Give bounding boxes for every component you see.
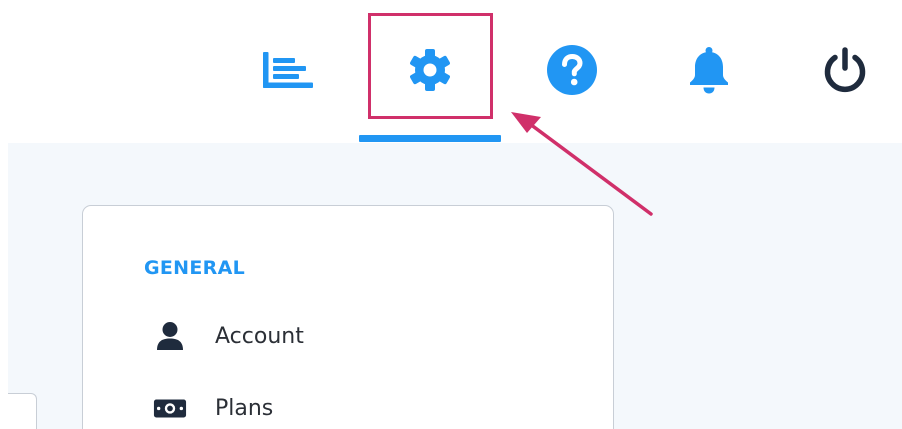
bell-icon [690, 47, 728, 94]
money-bill-icon [153, 393, 187, 423]
settings-menu-card: GENERAL Account Plans [82, 205, 614, 429]
bar-chart-icon [263, 52, 313, 88]
reports-nav-button[interactable] [253, 30, 323, 110]
plans-menu-label: Plans [215, 395, 274, 421]
side-panel-edge [8, 393, 37, 429]
help-nav-button[interactable] [537, 30, 607, 110]
gear-icon [410, 49, 450, 91]
app-page: GENERAL Account Plans [0, 0, 902, 429]
account-menu-label: Account [215, 323, 304, 349]
top-navigation-bar [0, 0, 902, 143]
settings-nav-button[interactable] [395, 30, 465, 110]
active-tab-indicator [359, 135, 501, 142]
general-section-heading: GENERAL [144, 257, 245, 279]
question-circle-icon [547, 45, 597, 95]
user-icon [153, 321, 187, 351]
plans-menu-item[interactable]: Plans [153, 391, 273, 425]
logout-nav-button[interactable] [810, 30, 880, 110]
account-menu-item[interactable]: Account [153, 319, 304, 353]
notifications-nav-button[interactable] [674, 30, 744, 110]
settings-content-area: GENERAL Account Plans [8, 143, 902, 429]
power-icon [824, 47, 866, 93]
